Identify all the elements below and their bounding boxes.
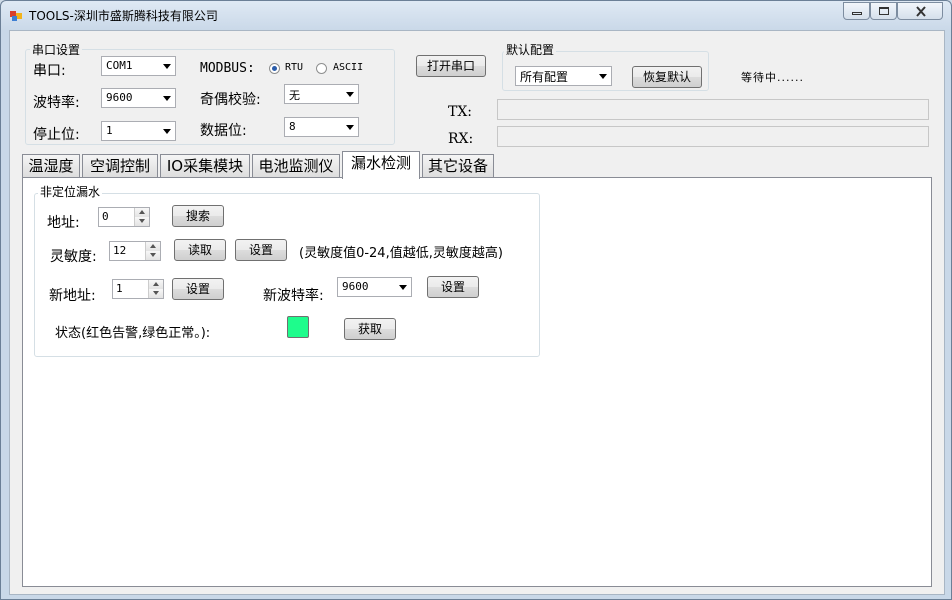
set-address-button[interactable]: 设置 bbox=[172, 278, 224, 300]
spin-down-icon[interactable] bbox=[134, 217, 149, 226]
close-button[interactable] bbox=[897, 2, 943, 20]
rtu-label: RTU bbox=[285, 62, 304, 73]
stop-bits-value: 1 bbox=[106, 124, 113, 137]
tab-io-module[interactable]: IO采集模块 bbox=[160, 154, 250, 178]
tab-ac-control[interactable]: 空调控制 bbox=[82, 154, 158, 178]
tx-label: TX: bbox=[448, 104, 473, 120]
status-label: 状态(红色告警,绿色正常。): bbox=[55, 326, 211, 341]
chevron-down-icon bbox=[163, 96, 171, 101]
address-value: 0 bbox=[102, 210, 109, 223]
open-port-button[interactable]: 打开串口 bbox=[416, 55, 486, 77]
close-icon bbox=[916, 6, 926, 17]
maximize-icon bbox=[879, 7, 889, 15]
spin-down-icon[interactable] bbox=[148, 289, 163, 298]
stop-bits-label: 停止位: bbox=[33, 127, 80, 143]
spin-up-icon[interactable] bbox=[134, 208, 149, 217]
stop-bits-select[interactable]: 1 bbox=[101, 121, 176, 141]
tab-leak-detection[interactable]: 漏水检测 bbox=[342, 151, 420, 179]
tab-temperature-humidity[interactable]: 温湿度 bbox=[22, 154, 80, 178]
baud-select[interactable]: 9600 bbox=[101, 88, 176, 108]
sensitivity-label: 灵敏度: bbox=[50, 249, 97, 265]
new-address-label: 新地址: bbox=[49, 288, 96, 304]
chevron-down-icon bbox=[399, 285, 407, 290]
rtu-radio[interactable] bbox=[269, 63, 280, 74]
status-indicator bbox=[287, 316, 309, 338]
address-spinner[interactable]: 0 bbox=[98, 207, 150, 227]
port-select[interactable]: COM1 bbox=[101, 56, 176, 76]
config-select[interactable]: 所有配置 bbox=[515, 66, 612, 86]
modbus-label: MODBUS: bbox=[200, 61, 255, 76]
new-baud-select[interactable]: 9600 bbox=[337, 277, 412, 297]
rx-label: RX: bbox=[448, 131, 474, 147]
rx-field[interactable] bbox=[497, 126, 929, 147]
sensitivity-value: 12 bbox=[113, 244, 127, 257]
read-sensitivity-button[interactable]: 读取 bbox=[174, 239, 226, 261]
port-label: 串口: bbox=[33, 63, 66, 79]
ascii-radio[interactable] bbox=[316, 63, 327, 74]
ascii-label: ASCII bbox=[333, 62, 364, 73]
tab-other-devices[interactable]: 其它设备 bbox=[422, 154, 494, 178]
chevron-down-icon bbox=[346, 125, 354, 130]
sensitivity-spinner[interactable]: 12 bbox=[109, 241, 161, 261]
new-address-spinner[interactable]: 1 bbox=[112, 279, 164, 299]
new-baud-label: 新波特率: bbox=[263, 288, 324, 304]
parity-select[interactable]: 无 bbox=[284, 84, 359, 104]
status-text: 等待中...... bbox=[741, 71, 804, 84]
search-button[interactable]: 搜索 bbox=[172, 205, 224, 227]
maximize-button[interactable] bbox=[870, 2, 897, 20]
window-title: TOOLS-深圳市盛斯腾科技有限公司 bbox=[29, 9, 218, 23]
minimize-button[interactable] bbox=[843, 2, 870, 20]
parity-value: 无 bbox=[289, 89, 300, 102]
set-sensitivity-button[interactable]: 设置 bbox=[235, 239, 287, 261]
minimize-icon bbox=[852, 12, 862, 15]
config-value: 所有配置 bbox=[520, 70, 569, 84]
data-bits-value: 8 bbox=[289, 120, 296, 133]
data-bits-select[interactable]: 8 bbox=[284, 117, 359, 137]
new-address-value: 1 bbox=[116, 282, 123, 295]
address-label: 地址: bbox=[47, 215, 80, 231]
spin-up-icon[interactable] bbox=[148, 280, 163, 289]
chevron-down-icon bbox=[346, 92, 354, 97]
parity-label: 奇偶校验: bbox=[200, 92, 261, 108]
chevron-down-icon bbox=[163, 129, 171, 134]
chevron-down-icon bbox=[163, 64, 171, 69]
spin-up-icon[interactable] bbox=[145, 242, 160, 251]
get-status-button[interactable]: 获取 bbox=[344, 318, 396, 340]
main-window: TOOLS-深圳市盛斯腾科技有限公司 串口设置 串口: COM1 波特率: 96… bbox=[0, 0, 952, 600]
port-value: COM1 bbox=[106, 59, 133, 72]
client-area: 串口设置 串口: COM1 波特率: 9600 停止位: 1 MODBUS: R… bbox=[9, 30, 945, 595]
set-baud-button[interactable]: 设置 bbox=[427, 276, 479, 298]
tab-battery-monitor[interactable]: 电池监测仪 bbox=[252, 154, 340, 178]
baud-value: 9600 bbox=[106, 91, 133, 104]
tab-page-leak: 非定位漏水 地址: 0 搜索 灵敏度: 12 读取 设置 (灵敏度值0-24,值… bbox=[22, 177, 932, 587]
baud-label: 波特率: bbox=[33, 95, 80, 111]
spin-down-icon[interactable] bbox=[145, 251, 160, 260]
sensitivity-hint: (灵敏度值0-24,值越低,灵敏度越高) bbox=[299, 246, 503, 261]
leak-group-title: 非定位漏水 bbox=[38, 183, 103, 200]
serial-group-title: 串口设置 bbox=[30, 41, 83, 58]
data-bits-label: 数据位: bbox=[200, 123, 247, 139]
chevron-down-icon bbox=[599, 74, 607, 79]
default-group-title: 默认配置 bbox=[504, 41, 557, 58]
app-icon bbox=[10, 11, 22, 21]
restore-default-button[interactable]: 恢复默认 bbox=[632, 66, 702, 88]
new-baud-value: 9600 bbox=[342, 280, 369, 293]
tx-field[interactable] bbox=[497, 99, 929, 120]
